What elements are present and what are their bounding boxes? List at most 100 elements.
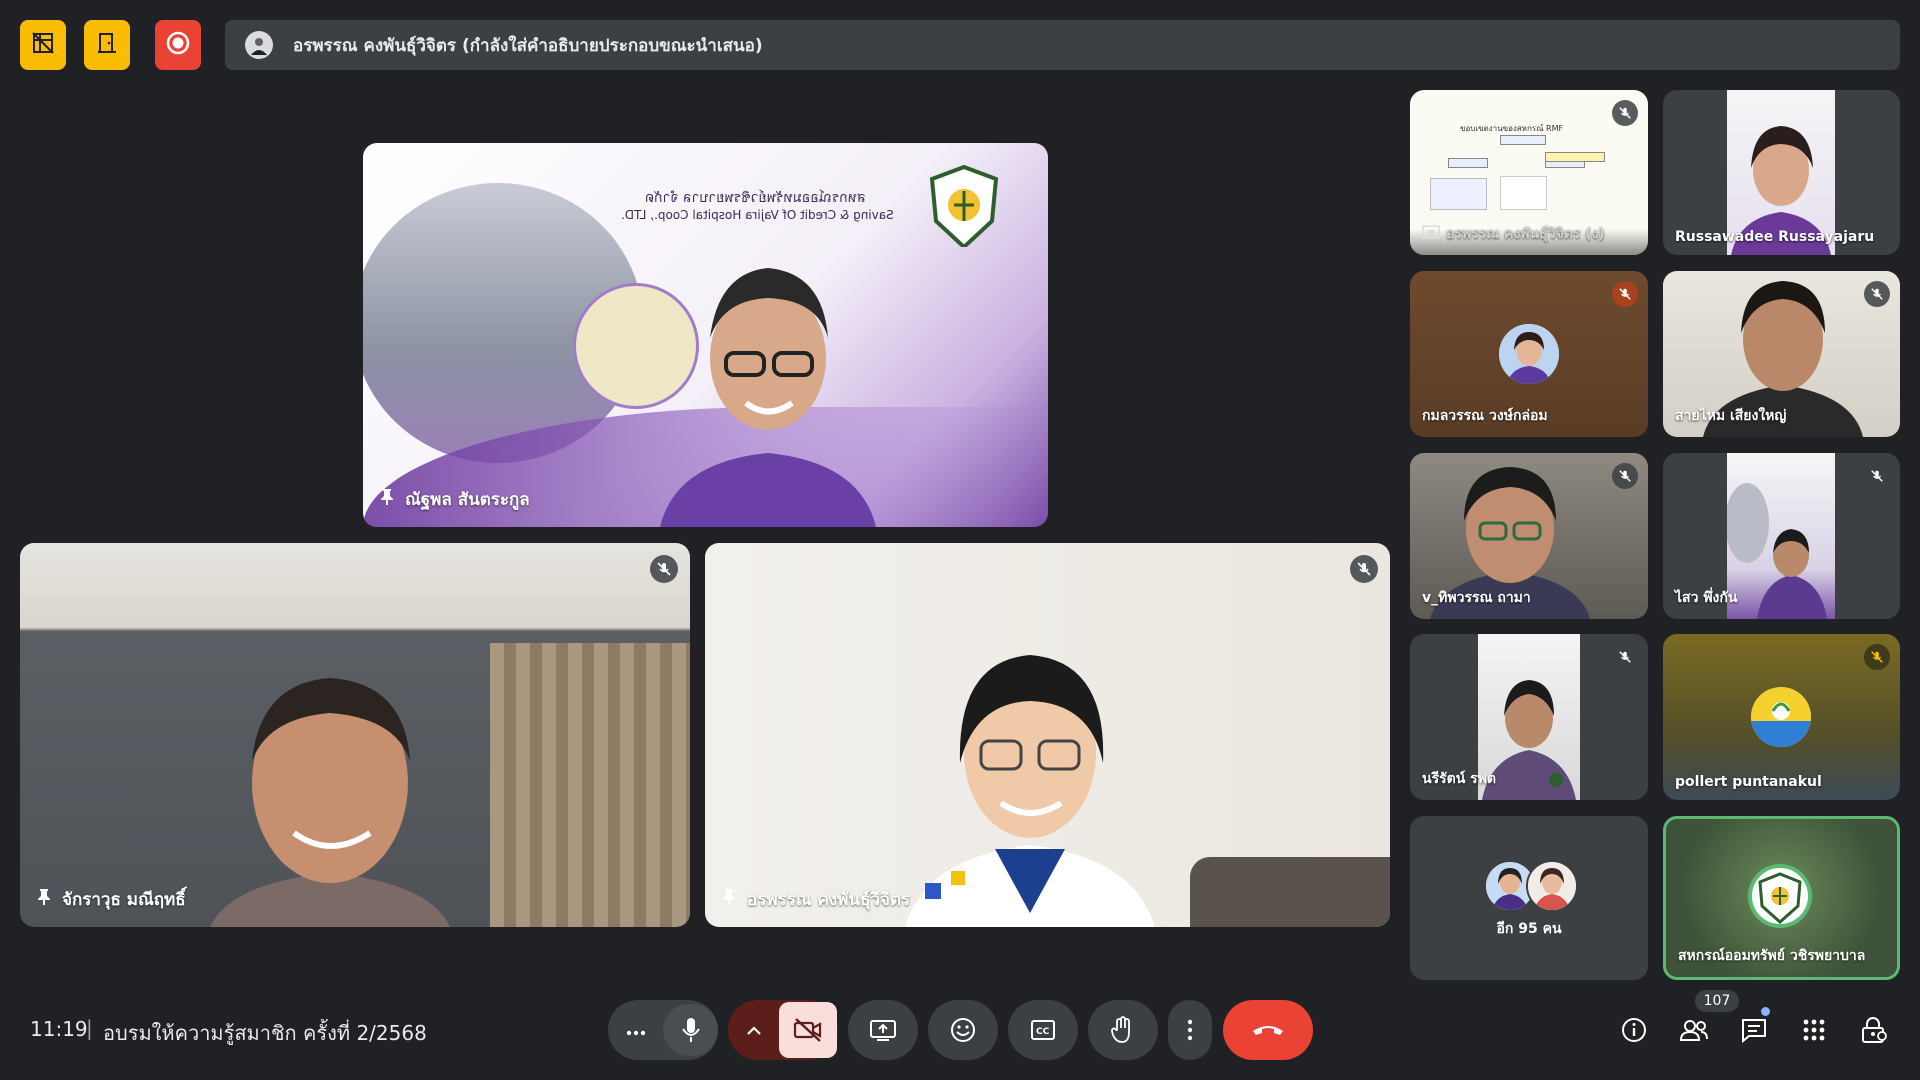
participant-figure (895, 613, 1165, 927)
participant-count-badge: 107 (1695, 990, 1739, 1012)
main-tile-participant-2-name: อรพรรณ คงพันธุ์วิจิตร (721, 886, 910, 913)
avatar (1499, 324, 1559, 384)
people-icon (1679, 1020, 1708, 1041)
svg-text:CC: CC (1036, 1027, 1050, 1037)
mute-indicator (1864, 463, 1890, 489)
slide-box (1448, 158, 1488, 168)
meeting-title: อบรมให้ความรู้สมาชิก ครั้งที่ 2/2568 (103, 1021, 427, 1045)
slide-title: ขอบเขตงานของสหกรณ์ RMF (1460, 124, 1564, 133)
layout-toggle-button[interactable] (20, 20, 66, 70)
speaker-figure (648, 238, 888, 527)
sidebar-tile-pollert-name: pollert puntanakul (1675, 774, 1822, 790)
camera-group (728, 1000, 838, 1060)
emoji-reaction-button[interactable] (928, 1000, 998, 1060)
main-tile-presenter-name: ณัฐพล สันตระกูล (379, 486, 530, 513)
sidebar-tile-self[interactable]: สหกรณ์ออมทรัพย์ วชิรพยาบาล (1663, 816, 1900, 980)
camera-toggle-button[interactable] (779, 1002, 837, 1058)
sidebar-tile-thippawan[interactable]: v_ทิพวรรณ ถามา (1410, 453, 1648, 619)
curtain (490, 643, 690, 927)
sidebar-tile-sawai-name: ไสว พึ่งกัน (1675, 590, 1738, 606)
mute-indicator (1864, 644, 1890, 670)
mute-indicator (1612, 463, 1638, 489)
main-tile-participant-1[interactable]: จักราวุธ มณีฤทธิ์ (20, 543, 690, 927)
presenter-avatar (245, 31, 273, 59)
people-button[interactable] (1677, 1013, 1711, 1047)
microphone-icon (681, 1018, 700, 1042)
captions-button[interactable]: CC (1008, 1000, 1078, 1060)
emoji-icon (951, 1018, 975, 1042)
camera-off-icon (793, 1018, 822, 1042)
sidebar-tile-screenshare-name: อรพรรณ คงพันธุ์วิจิตร (ง) (1422, 223, 1605, 245)
pin-icon (379, 488, 395, 511)
avatar (1748, 864, 1812, 928)
avatar (1526, 860, 1578, 912)
chat-notification-dot (1761, 1007, 1770, 1016)
sidebar-tile-sawai[interactable]: ไสว พึ่งกัน (1663, 453, 1900, 619)
slide-box (1545, 152, 1605, 162)
presenting-banner-text: อรพรรณ คงพันธุ์วิจิตร (กำลังใส่คำอธิบายป… (293, 35, 763, 56)
avatar (1751, 687, 1811, 747)
participant-video (1725, 453, 1835, 619)
mute-indicator (1612, 281, 1638, 307)
breakout-rooms-button[interactable] (84, 20, 130, 70)
sidebar-tile-others-label: อีก 95 คน (1496, 921, 1562, 937)
recording-button[interactable] (155, 20, 201, 70)
sidebar-tile-nareerat[interactable]: นรีรัตน์ รพต (1410, 634, 1648, 800)
present-screen-icon (1422, 225, 1440, 243)
present-screen-icon (870, 1020, 896, 1041)
slide-title-en: Saving & Credit Of Vajira Hospital Coop.… (621, 208, 894, 222)
main-tile-participant-1-name: จักราวุธ มณีฤทธิ์ (36, 886, 186, 913)
chat-icon (1742, 1019, 1766, 1043)
participant-figure (200, 643, 460, 927)
sidebar-tile-saimai[interactable]: สายไหม เสียงใหญ่ (1663, 271, 1900, 437)
apps-grid-icon (1803, 1019, 1825, 1041)
main-tile-presenter[interactable]: สหกรณ์ออมทรัพย์วชิรพยาบาล จำกัด Saving &… (363, 143, 1048, 527)
chat-button[interactable] (1737, 1013, 1771, 1047)
door-icon (95, 31, 119, 59)
mute-indicator (1612, 100, 1638, 126)
info-icon (1622, 1018, 1646, 1042)
sidebar-tile-thippawan-name: v_ทิพวรรณ ถามา (1422, 590, 1531, 606)
mute-indicator (1350, 555, 1378, 583)
more-controls-group (608, 1000, 718, 1060)
camera-options-button[interactable] (729, 1021, 779, 1040)
sidebar-tile-pollert[interactable]: pollert puntanakul (1663, 634, 1900, 800)
mute-indicator (1612, 644, 1638, 670)
cooperative-logo (928, 164, 1000, 250)
slide-box (1500, 176, 1547, 210)
meeting-time: 11:19 (30, 1017, 88, 1041)
lock-person-icon (1862, 1017, 1887, 1043)
host-controls-button[interactable] (1857, 1013, 1891, 1047)
microphone-button[interactable] (663, 1004, 718, 1056)
meeting-separator: | (86, 1016, 93, 1040)
mute-indicator (650, 555, 678, 583)
pin-icon (721, 888, 737, 911)
more-options-button[interactable] (1168, 1000, 1212, 1060)
pin-icon (36, 888, 52, 911)
slide-box (1500, 135, 1546, 145)
captions-icon: CC (1031, 1020, 1055, 1040)
sidebar-tile-kamonwan[interactable]: กมลวรรณ วงษ์กล่อม (1410, 271, 1648, 437)
slide-box (1430, 178, 1487, 210)
sidebar-tile-russawadee[interactable]: Russawadee Russayajaru (1663, 90, 1900, 255)
main-tile-participant-2[interactable]: อรพรรณ คงพันธุ์วิจิตร (705, 543, 1390, 927)
sofa (1190, 857, 1390, 927)
vertical-ellipsis-icon (1187, 1019, 1193, 1041)
sidebar-tile-russawadee-name: Russawadee Russayajaru (1675, 229, 1875, 245)
sidebar-tile-screenshare[interactable]: ขอบเขตงานของสหกรณ์ RMF อรพรรณ คงพันธุ์วิ… (1410, 90, 1648, 255)
activities-button[interactable] (1797, 1013, 1831, 1047)
raise-hand-button[interactable] (1088, 1000, 1158, 1060)
hand-icon (1111, 1016, 1130, 1043)
meeting-info-button[interactable] (1617, 1013, 1651, 1047)
leave-call-button[interactable] (1223, 1000, 1313, 1060)
presenting-banner: อรพรรณ คงพันธุ์วิจิตร (กำลังใส่คำอธิบายป… (225, 20, 1900, 70)
slide-title-th: สหกรณ์ออมทรัพย์วชิรพยาบาล จำกัด (645, 190, 866, 206)
mute-indicator (1864, 281, 1890, 307)
sidebar-tile-nareerat-name: นรีรัตน์ รพต (1422, 771, 1496, 787)
sidebar-tile-self-name: สหกรณ์ออมทรัพย์ วชิรพยาบาล (1678, 948, 1866, 964)
grid-off-icon (31, 31, 55, 59)
ellipsis-button[interactable] (608, 1021, 663, 1040)
present-button[interactable] (848, 1000, 918, 1060)
sidebar-tile-others[interactable]: อีก 95 คน (1410, 816, 1648, 980)
hang-up-icon (1253, 1026, 1283, 1035)
